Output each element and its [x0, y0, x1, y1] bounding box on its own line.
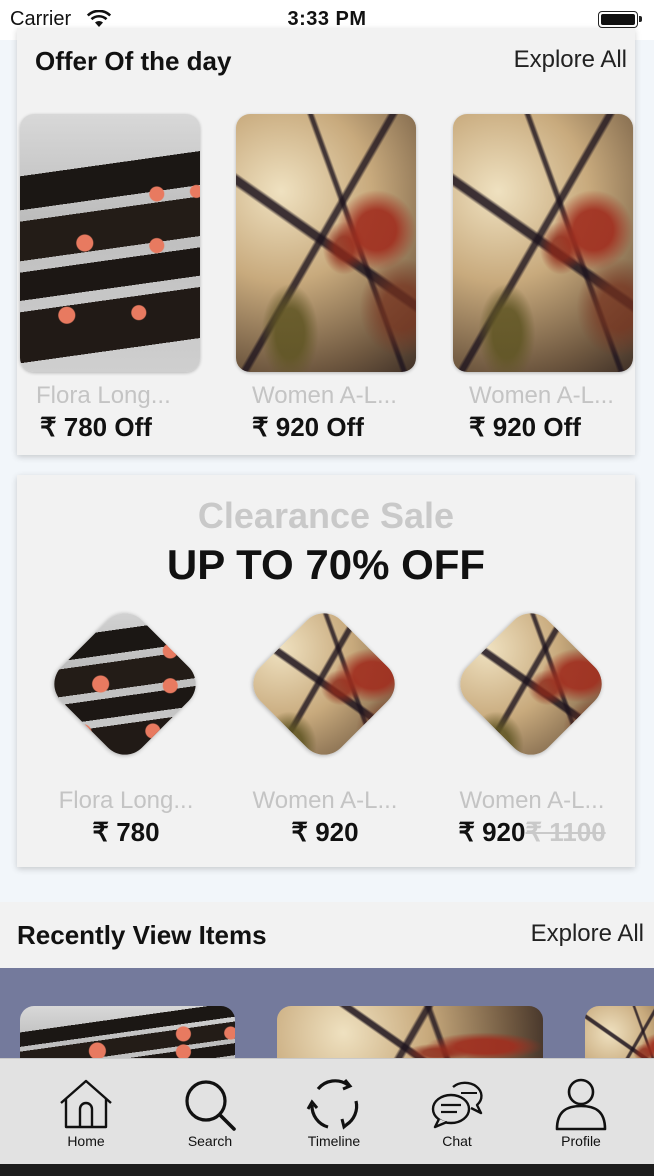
tab-chat[interactable]: Chat: [402, 1059, 512, 1159]
product-price: ₹ 920₹ 1100: [458, 817, 606, 847]
battery-icon: [598, 11, 642, 28]
offer-item[interactable]: Flora Long... ₹ 780 Off: [20, 114, 200, 442]
product-price: ₹ 780: [92, 817, 160, 847]
bottom-tab-bar: Home Search Timeline Chat Profile: [0, 1058, 654, 1165]
product-name: Women A-L...: [459, 787, 605, 814]
product-image: [44, 603, 206, 765]
tab-profile[interactable]: Profile: [526, 1059, 636, 1159]
product-image: [243, 603, 405, 765]
discount-label: ₹ 780 Off: [40, 412, 152, 442]
home-indicator-area: [0, 1164, 654, 1176]
original-price: ₹ 1100: [525, 817, 606, 847]
product-name: Women A-L...: [469, 382, 614, 409]
discount-label: ₹ 920 Off: [252, 412, 364, 442]
search-icon: [185, 1080, 236, 1131]
recently-viewed-explore-all-link[interactable]: Explore All: [531, 920, 644, 948]
offer-explore-all-link[interactable]: Explore All: [514, 46, 627, 74]
discount-label: ₹ 920 Off: [469, 412, 581, 442]
tab-chat-label: Chat: [442, 1133, 472, 1149]
product-price: ₹ 920: [291, 817, 359, 847]
product-image: [236, 114, 416, 372]
product-image: [453, 114, 633, 372]
product-name: Flora Long...: [58, 787, 194, 814]
tab-timeline[interactable]: Timeline: [279, 1059, 389, 1159]
tab-search-label: Search: [187, 1133, 233, 1149]
tab-profile-label: Profile: [561, 1133, 601, 1149]
product-name: Flora Long...: [36, 382, 171, 409]
product-name: Women A-L...: [252, 787, 398, 814]
product-name: Women A-L...: [252, 382, 397, 409]
offer-of-the-day-card: Offer Of the day Explore All Flora Long.…: [17, 28, 635, 455]
product-image: [20, 114, 200, 372]
tab-search[interactable]: Search: [155, 1059, 265, 1159]
clearance-item[interactable]: Women A-L... ₹ 920₹ 1100: [432, 603, 632, 855]
recently-viewed-carousel[interactable]: [0, 968, 654, 1068]
clearance-item[interactable]: Women A-L... ₹ 920: [225, 603, 425, 855]
tab-home[interactable]: Home: [31, 1059, 141, 1159]
recently-viewed-title: Recently View Items: [17, 920, 267, 950]
clearance-sale-card: Clearance Sale UP TO 70% OFF Flora Long.…: [17, 475, 635, 867]
offer-item[interactable]: Women A-L... ₹ 920 Off: [236, 114, 416, 442]
offer-item[interactable]: Women A-L... ₹ 920 Off: [453, 114, 633, 442]
profile-icon: [555, 1078, 607, 1131]
recently-viewed-header: Recently View Items Explore All: [0, 902, 654, 968]
home-icon: [60, 1079, 112, 1129]
timeline-icon: [306, 1079, 359, 1130]
product-image: [450, 603, 612, 765]
clearance-title: Clearance Sale: [197, 495, 455, 536]
chat-icon: [431, 1081, 483, 1129]
tab-home-label: Home: [67, 1133, 105, 1149]
clearance-subtitle: UP TO 70% OFF: [166, 541, 486, 588]
clearance-item[interactable]: Flora Long... ₹ 780: [26, 603, 226, 855]
tab-timeline-label: Timeline: [307, 1133, 361, 1149]
offer-section-title: Offer Of the day: [35, 46, 232, 76]
